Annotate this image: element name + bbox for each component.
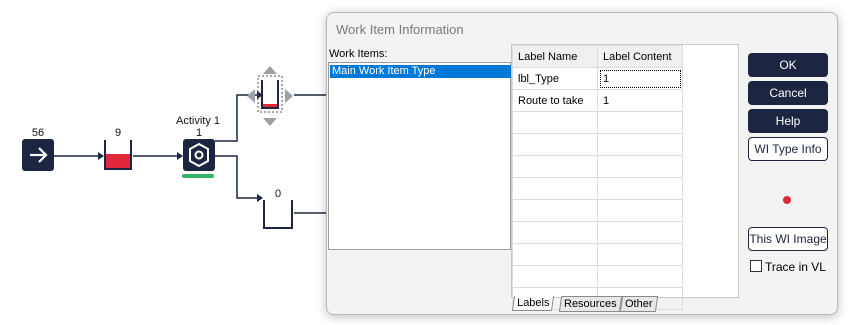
empty-cell[interactable]: [512, 265, 598, 288]
work-item-main-type[interactable]: Main Work Item Type: [330, 65, 513, 78]
work-items-list[interactable]: Main Work Item Type: [328, 62, 513, 250]
trace-checkbox[interactable]: [750, 260, 762, 272]
trace-in-vl-option[interactable]: Trace in VL: [750, 260, 826, 274]
queue1-count: 9: [114, 127, 122, 139]
table-row[interactable]: lbl_Type 1: [512, 67, 683, 90]
gear-icon: [189, 142, 209, 168]
activity-status-bar: [182, 174, 214, 178]
trace-label: Trace in VL: [765, 260, 826, 274]
queue-top-node[interactable]: [246, 64, 294, 128]
cancel-button[interactable]: Cancel: [748, 81, 828, 105]
table-row[interactable]: [512, 133, 683, 156]
empty-cell[interactable]: [597, 111, 683, 134]
empty-cell[interactable]: [512, 243, 598, 266]
connector-arrow: [54, 152, 104, 160]
arrow-right-icon: [30, 147, 48, 163]
empty-cell[interactable]: [597, 133, 683, 156]
label-name-cell[interactable]: Route to take: [512, 89, 598, 112]
table-row[interactable]: Route to take 1: [512, 89, 683, 112]
table-row[interactable]: [512, 265, 683, 288]
empty-cell[interactable]: [597, 177, 683, 200]
connector-line: [294, 94, 328, 96]
wi-type-info-button[interactable]: WI Type Info: [748, 137, 828, 161]
empty-cell[interactable]: [512, 133, 598, 156]
label-name-cell[interactable]: lbl_Type: [512, 67, 598, 90]
move-right-handle: [285, 89, 293, 103]
table-row[interactable]: [512, 199, 683, 222]
empty-cell[interactable]: [597, 265, 683, 288]
column-header-label-name[interactable]: Label Name: [512, 45, 598, 68]
tab-labels[interactable]: Labels: [511, 296, 555, 311]
table-header-row: Label Name Label Content: [512, 45, 683, 68]
queue-bottom-node[interactable]: [262, 200, 294, 230]
table-row[interactable]: [512, 221, 683, 244]
connector-arrow: [133, 152, 183, 160]
empty-cell[interactable]: [597, 155, 683, 178]
labels-grid[interactable]: Label Name Label Content lbl_Type 1 Rout…: [511, 44, 739, 310]
dialog-title: Work Item Information: [336, 22, 464, 37]
table-row[interactable]: [512, 111, 683, 134]
empty-cell[interactable]: [597, 221, 683, 244]
empty-cell[interactable]: [512, 199, 598, 222]
activity-count: 1: [195, 127, 203, 139]
empty-cell[interactable]: [597, 243, 683, 266]
empty-cell[interactable]: [512, 221, 598, 244]
connector-line: [294, 212, 328, 214]
ok-button[interactable]: OK: [748, 53, 828, 77]
start-node-count: 56: [31, 127, 45, 139]
queue1-node[interactable]: [103, 140, 133, 172]
work-items-label: Work Items:: [329, 48, 388, 60]
queue-bottom-count: 0: [274, 188, 282, 200]
label-content-cell[interactable]: 1: [597, 67, 683, 90]
table-row[interactable]: [512, 243, 683, 266]
connector-arrow: [215, 155, 263, 202]
empty-cell[interactable]: [512, 177, 598, 200]
table-row[interactable]: [512, 177, 683, 200]
move-left-handle: [247, 89, 255, 103]
label-content-cell[interactable]: 1: [597, 89, 683, 112]
tab-other[interactable]: Other: [619, 296, 658, 312]
column-header-label-content[interactable]: Label Content: [597, 45, 683, 68]
move-down-handle: [263, 118, 277, 126]
start-node[interactable]: [22, 139, 54, 171]
empty-cell[interactable]: [512, 155, 598, 178]
help-button[interactable]: Help: [748, 109, 828, 133]
table-row[interactable]: [512, 155, 683, 178]
empty-cell[interactable]: [597, 199, 683, 222]
move-up-handle: [263, 66, 277, 74]
status-indicator: [783, 196, 791, 204]
activity-node[interactable]: [183, 139, 215, 171]
empty-cell[interactable]: [512, 111, 598, 134]
tab-resources[interactable]: Resources: [558, 296, 622, 312]
this-wi-image-button[interactable]: This WI Image: [748, 227, 828, 251]
labels-table: Label Name Label Content lbl_Type 1 Rout…: [512, 45, 683, 310]
work-item-info-dialog: Work Item Information Work Items: Main W…: [326, 12, 838, 315]
